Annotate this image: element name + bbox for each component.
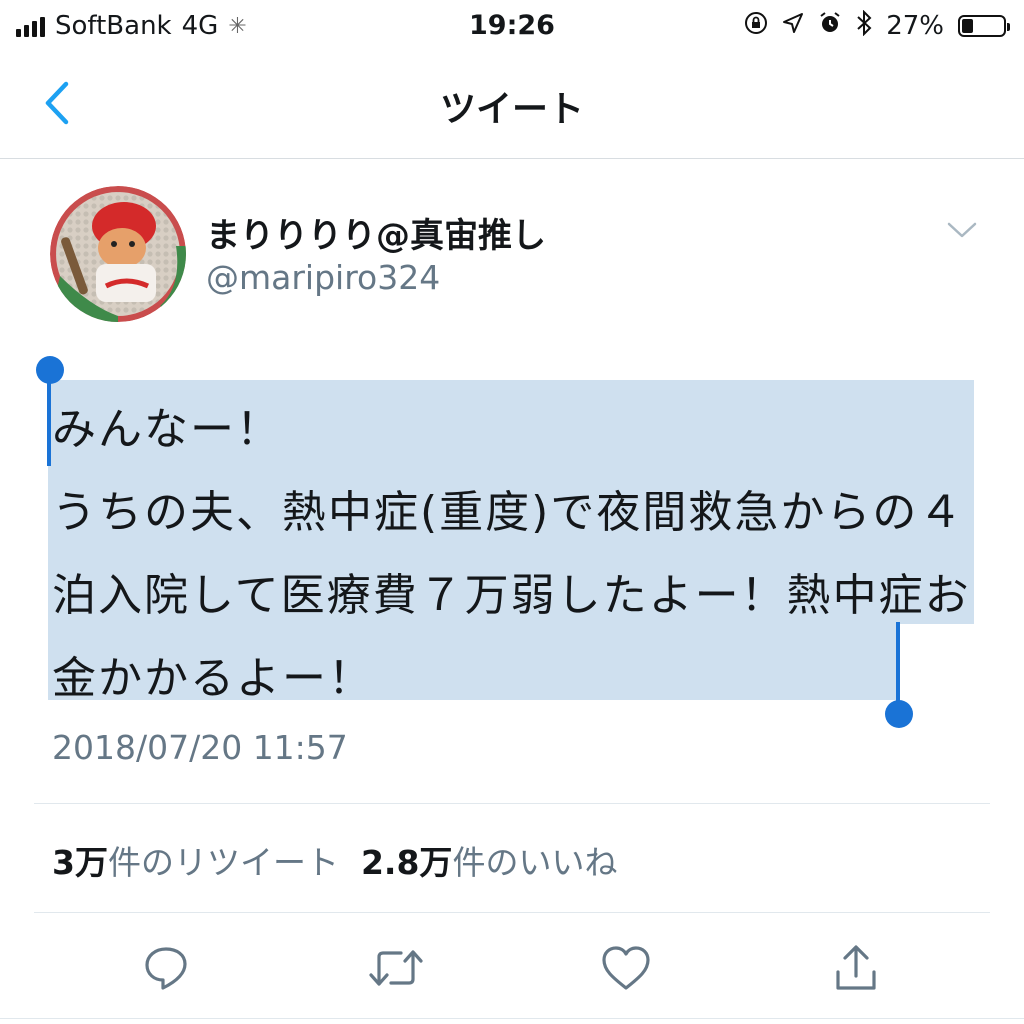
divider <box>34 912 990 913</box>
tweet-text[interactable]: みんなー！ うちの夫、熱中症(重度)で夜間救急からの４泊入院して医療費７万弱した… <box>52 388 1002 720</box>
display-name[interactable]: まりりりり@真宙推し <box>206 208 546 257</box>
selection-start-caret <box>47 380 51 466</box>
user-handle[interactable]: @maripiro324 <box>206 258 440 297</box>
rotation-lock-icon <box>744 11 768 41</box>
share-button[interactable] <box>826 938 886 998</box>
status-right: 27% <box>744 9 1010 42</box>
dropdown-chevron-icon <box>947 222 977 238</box>
reply-icon <box>145 947 187 990</box>
selection-end-caret <box>896 622 900 710</box>
retweets-label: 件のリツイート <box>107 843 339 882</box>
selection-end-handle[interactable] <box>885 700 913 728</box>
page-title: ツイート <box>439 89 584 130</box>
retweet-button[interactable] <box>366 938 426 998</box>
likes-stat[interactable]: 2.8万件のいいね <box>361 843 617 882</box>
battery-fill <box>962 19 973 33</box>
share-icon <box>836 945 876 990</box>
alarm-icon <box>818 11 842 41</box>
divider <box>0 1018 1024 1019</box>
likes-label: 件のいいね <box>452 843 618 882</box>
like-button[interactable] <box>596 938 656 998</box>
more-options-button[interactable] <box>946 220 978 240</box>
retweets-count: 3万 <box>52 843 108 882</box>
battery-percent: 27% <box>886 11 944 41</box>
status-bar: SoftBank 4G ✳ 19:26 27% <box>0 0 1024 52</box>
retweets-stat[interactable]: 3万件のリツイート <box>52 843 339 882</box>
engagement-stats: 3万件のリツイート 2.8万件のいいね <box>52 836 617 884</box>
likes-count: 2.8万 <box>360 843 453 882</box>
tweet-timestamp: 2018/07/20 11:57 <box>52 728 348 767</box>
action-bar <box>0 938 1024 998</box>
nav-bar: ツイート <box>0 52 1024 159</box>
bluetooth-icon <box>856 9 872 42</box>
avatar[interactable] <box>50 186 186 322</box>
location-icon <box>782 12 804 40</box>
divider <box>34 803 990 804</box>
like-icon <box>602 946 650 990</box>
battery-icon <box>958 15 1010 37</box>
retweet-icon <box>369 950 423 986</box>
reply-button[interactable] <box>136 938 196 998</box>
